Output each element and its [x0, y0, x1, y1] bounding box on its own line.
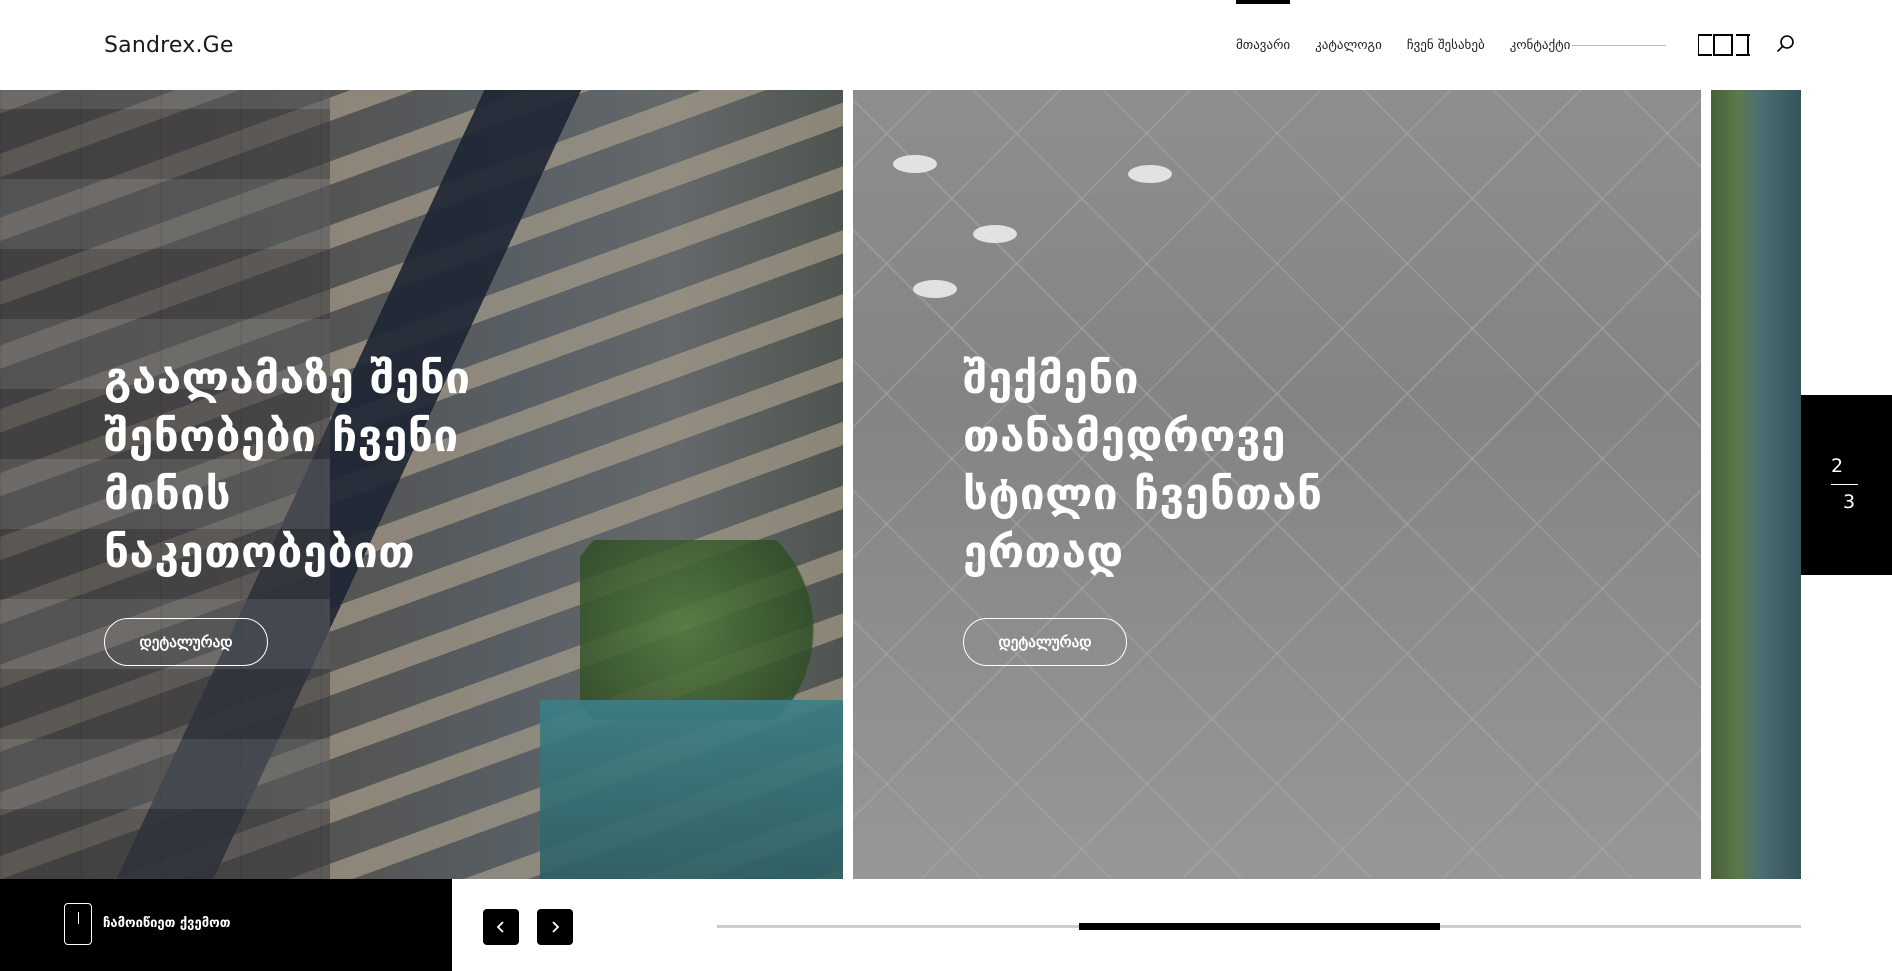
hero-slide-mirror: შექმენი თანამედროვე სტილი ჩვენთან ერთად …: [853, 90, 1701, 879]
site-header: Sandrex.Ge მთავარი კატალოგი ჩვენ შესახებ…: [0, 0, 1892, 90]
nav-item-home[interactable]: მთავარი: [1236, 0, 1291, 90]
scroll-hint-panel: ჩამოიწიეთ ქვემოთ: [0, 879, 452, 971]
details-button[interactable]: დეტალურად: [104, 618, 268, 666]
ceiling-light: [913, 280, 957, 298]
slider-progress-fill[interactable]: [1079, 923, 1440, 930]
chevron-left-icon: [496, 921, 504, 933]
site-logo[interactable]: Sandrex.Ge: [104, 33, 234, 58]
slider-progress-track[interactable]: [717, 923, 1801, 930]
mouse-scroll-icon: [64, 903, 92, 945]
slider-prev-button[interactable]: [483, 909, 519, 945]
slide-counter-current: 2: [1831, 455, 1844, 477]
slide-counter: 2 3: [1801, 395, 1892, 575]
hero-slide-partial[interactable]: [1711, 90, 1801, 879]
slider-next-button[interactable]: [537, 909, 573, 945]
slide-image-plants: [580, 540, 843, 720]
nav-item-contact[interactable]: კონტაქტი: [1510, 0, 1571, 90]
nav-divider: [1572, 45, 1666, 46]
slide-image-pool: [540, 700, 843, 879]
nav-item-catalog[interactable]: კატალოგი: [1315, 0, 1382, 90]
hero-slide-staircase: გაალამაზე შენი შენობები ჩვენი მინის ნაკე…: [0, 90, 843, 879]
slide-counter-total: 3: [1843, 491, 1856, 513]
nav-item-about[interactable]: ჩვენ შესახებ: [1407, 0, 1485, 90]
slide-heading: შექმენი თანამედროვე სტილი ჩვენთან ერთად: [963, 353, 1323, 578]
details-button[interactable]: დეტალურად: [963, 618, 1127, 666]
main-nav: მთავარი კატალოგი ჩვენ შესახებ კონტაქტი: [1236, 0, 1595, 90]
chevron-right-icon: [552, 921, 560, 933]
layout-brackets-icon[interactable]: [1698, 34, 1750, 56]
search-icon[interactable]: [1776, 34, 1796, 54]
ceiling-light: [893, 155, 937, 173]
slide-counter-divider: [1831, 484, 1858, 485]
slide-heading: გაალამაზე შენი შენობები ჩვენი მინის ნაკე…: [104, 353, 471, 578]
ceiling-light: [1128, 165, 1172, 183]
ceiling-light: [973, 225, 1017, 243]
scroll-hint-label[interactable]: ჩამოიწიეთ ქვემოთ: [103, 916, 230, 931]
